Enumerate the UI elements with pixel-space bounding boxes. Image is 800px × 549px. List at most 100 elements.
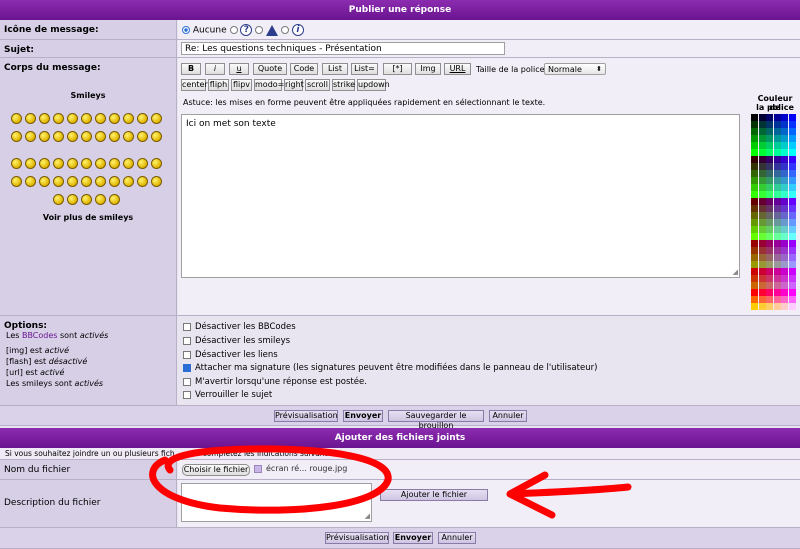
smiley-icon[interactable] [109,131,120,142]
color-swatch[interactable] [773,170,781,177]
color-swatch[interactable] [751,282,758,289]
smiley-icon[interactable] [81,176,92,187]
modo-button[interactable]: modo= [254,79,284,91]
color-swatch[interactable] [789,303,796,310]
color-swatch[interactable] [766,163,774,170]
color-swatch[interactable] [789,142,796,149]
color-swatch[interactable] [758,268,766,275]
color-swatch[interactable] [766,142,774,149]
color-swatch[interactable] [751,233,758,240]
smiley-icon[interactable] [53,194,64,205]
color-swatch[interactable] [789,114,796,121]
color-swatch[interactable] [789,261,796,268]
bold-button[interactable]: B [181,63,201,75]
color-swatch[interactable] [789,191,796,198]
color-swatch[interactable] [781,114,789,121]
color-swatch[interactable] [773,128,781,135]
bottom-send-button[interactable]: Envoyer [393,532,433,544]
smiley-icon[interactable] [151,176,162,187]
color-swatch[interactable] [766,268,774,275]
smiley-icon[interactable] [95,113,106,124]
color-swatch[interactable] [773,240,781,247]
color-swatch[interactable] [751,261,758,268]
color-swatch[interactable] [789,156,796,163]
smiley-icon[interactable] [137,131,148,142]
color-swatch[interactable] [781,198,789,205]
color-swatch[interactable] [789,163,796,170]
color-swatch[interactable] [773,198,781,205]
color-swatch[interactable] [781,149,789,156]
color-swatch[interactable] [766,198,774,205]
color-swatch[interactable] [766,135,774,142]
smiley-icon[interactable] [123,131,134,142]
color-swatch[interactable] [781,128,789,135]
color-swatch[interactable] [758,205,766,212]
color-swatch[interactable] [781,184,789,191]
more-smileys-link[interactable]: Voir plus de smileys [0,213,176,222]
resize-handle-icon[interactable]: ◢ [733,267,738,277]
smiley-icon[interactable] [67,158,78,169]
smiley-icon[interactable] [67,131,78,142]
color-swatch[interactable] [751,149,758,156]
color-swatch[interactable] [751,170,758,177]
color-swatch[interactable] [781,289,789,296]
color-swatch[interactable] [751,219,758,226]
color-swatch[interactable] [758,219,766,226]
smiley-icon[interactable] [25,113,36,124]
color-swatch[interactable] [758,163,766,170]
smiley-icon[interactable] [67,194,78,205]
scroll-button[interactable]: scroll [305,79,330,91]
color-swatch[interactable] [789,268,796,275]
smiley-icon[interactable] [39,113,50,124]
color-swatch[interactable] [789,184,796,191]
color-swatch[interactable] [751,184,758,191]
color-swatch[interactable] [781,261,789,268]
color-swatch[interactable] [789,240,796,247]
subject-input[interactable]: Re: Les questions techniques - Présentat… [181,42,505,55]
quote-button[interactable]: Quote [253,63,287,75]
color-swatch[interactable] [781,219,789,226]
color-swatch[interactable] [781,142,789,149]
color-swatch[interactable] [758,177,766,184]
color-swatch[interactable] [781,254,789,261]
color-swatch[interactable] [758,114,766,121]
smiley-icon[interactable] [53,176,64,187]
color-swatch[interactable] [751,142,758,149]
color-swatch[interactable] [751,191,758,198]
smiley-icon[interactable] [109,113,120,124]
center-button[interactable]: center [181,79,208,91]
message-textarea[interactable]: Ici on met son texte ◢ [181,114,740,278]
color-swatch[interactable] [789,177,796,184]
color-swatch[interactable] [758,282,766,289]
smiley-icon[interactable] [151,131,162,142]
color-swatch[interactable] [758,156,766,163]
color-swatch[interactable] [773,226,781,233]
code-button[interactable]: Code [290,63,318,75]
smiley-icon[interactable] [53,131,64,142]
add-file-button[interactable]: Ajouter le fichier [380,489,488,501]
list-numbered-button[interactable]: List= [351,63,378,75]
color-swatch[interactable] [781,247,789,254]
icon-warning-radio[interactable] [255,26,264,34]
bbcodes-link[interactable]: BBCodes [22,331,57,340]
color-swatch[interactable] [781,240,789,247]
color-swatch[interactable] [781,303,789,310]
color-swatch[interactable] [789,289,796,296]
color-swatch[interactable] [766,296,774,303]
color-swatch[interactable] [789,212,796,219]
color-swatch[interactable] [773,205,781,212]
color-swatch[interactable] [766,177,774,184]
smiley-icon[interactable] [11,131,22,142]
color-swatch[interactable] [781,177,789,184]
color-swatch[interactable] [773,254,781,261]
color-swatch[interactable] [789,254,796,261]
color-swatch[interactable] [773,282,781,289]
cancel-button[interactable]: Annuler [489,410,527,422]
fliph-button[interactable]: fliph [208,79,229,91]
color-swatch[interactable] [789,135,796,142]
color-swatch[interactable] [773,296,781,303]
flipv-button[interactable]: flipv [231,79,252,91]
color-swatch[interactable] [773,212,781,219]
smiley-icon[interactable] [137,176,148,187]
smiley-icon[interactable] [81,158,92,169]
